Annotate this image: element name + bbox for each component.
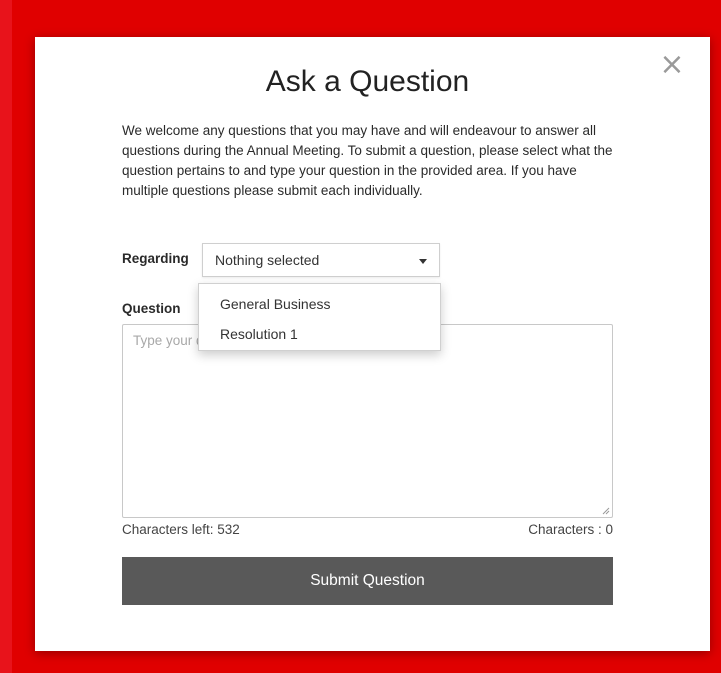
regarding-select[interactable]: Nothing selected xyxy=(202,243,440,277)
resize-handle-icon[interactable] xyxy=(602,507,610,515)
submit-question-button[interactable]: Submit Question xyxy=(122,557,613,605)
regarding-label: Regarding xyxy=(122,251,189,266)
dialog-title: Ask a Question xyxy=(265,65,470,98)
caret-down-icon xyxy=(419,259,427,264)
dropdown-option-general-business[interactable]: General Business xyxy=(220,296,331,312)
regarding-dropdown-menu: General Business Resolution 1 xyxy=(198,283,441,351)
question-label: Question xyxy=(122,301,181,316)
ask-question-dialog: × Ask a Question We welcome any question… xyxy=(35,37,710,651)
characters-count: Characters : 0 xyxy=(528,522,613,537)
regarding-select-value: Nothing selected xyxy=(215,252,320,268)
dropdown-option-resolution-1[interactable]: Resolution 1 xyxy=(220,326,298,342)
intro-text: We welcome any questions that you may ha… xyxy=(122,123,613,198)
question-textarea[interactable]: Type your question here xyxy=(122,324,613,518)
characters-left: Characters left: 532 xyxy=(122,522,240,537)
